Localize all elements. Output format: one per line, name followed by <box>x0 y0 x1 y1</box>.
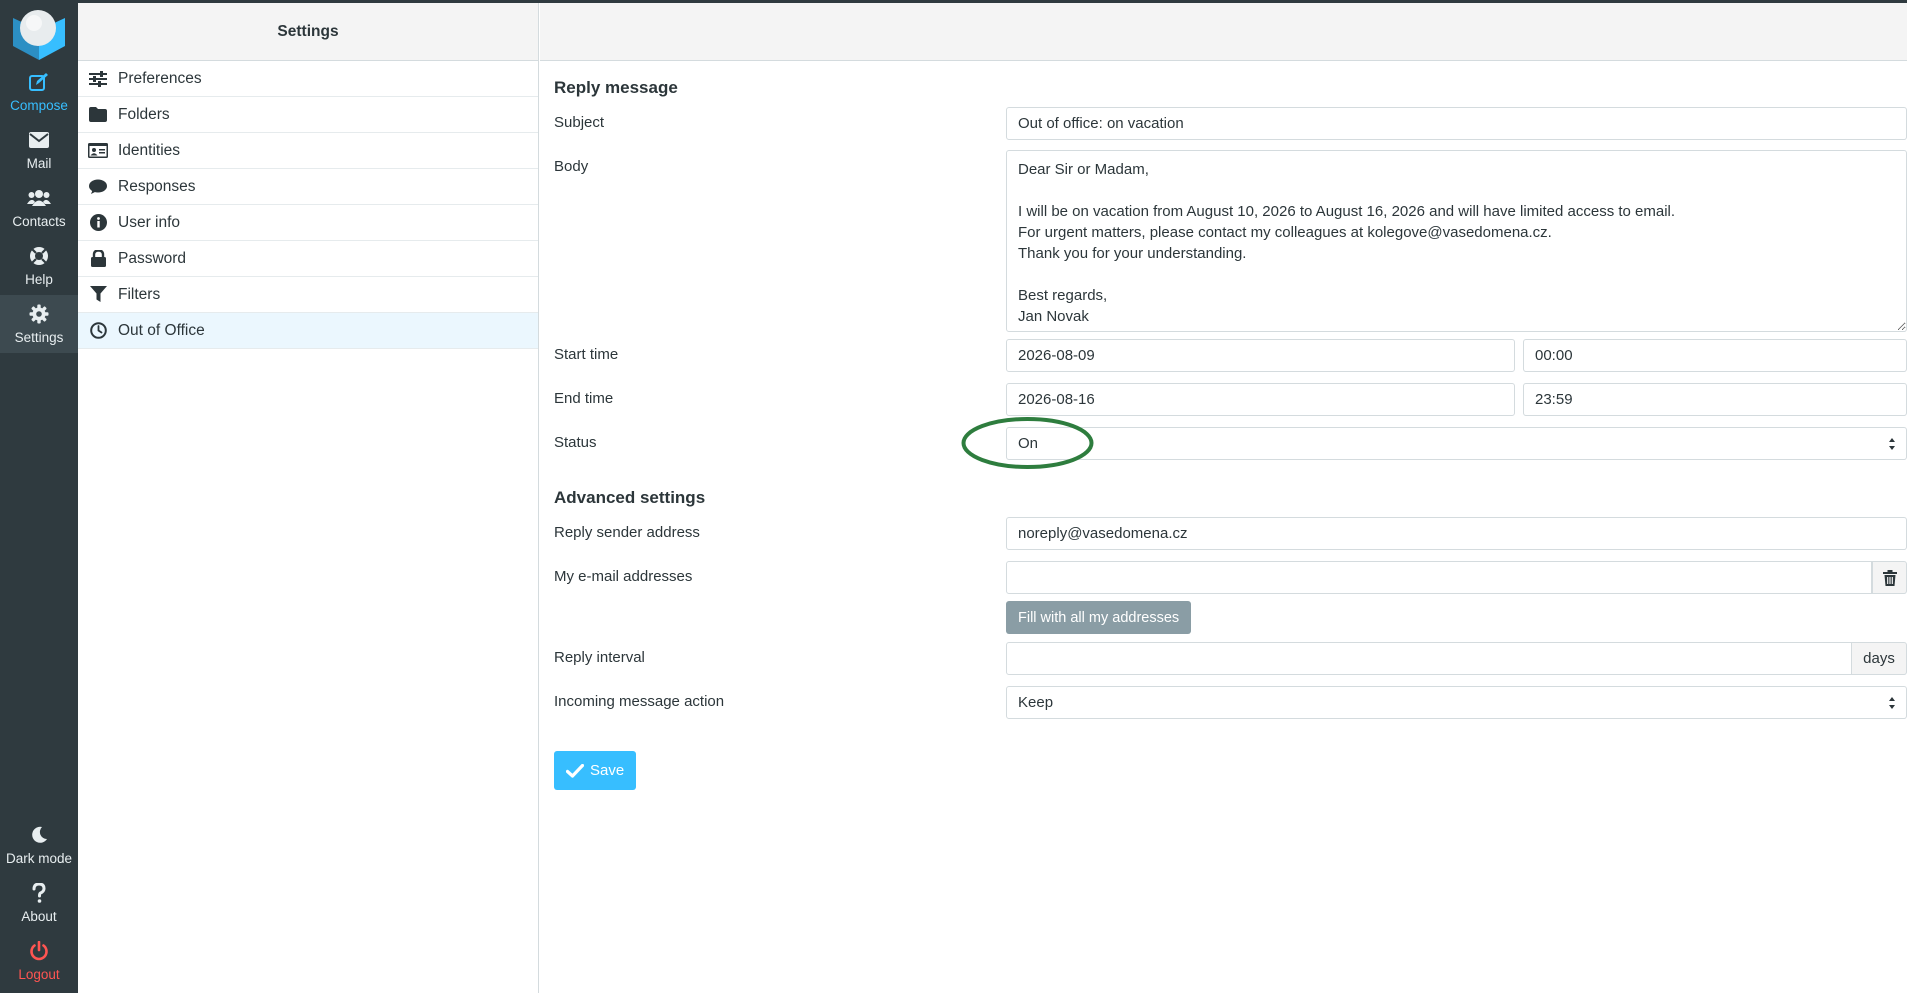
end-time-label: End time <box>554 390 614 407</box>
settings-item-identities[interactable]: Identities <box>78 133 538 169</box>
logout-button[interactable]: Logout <box>0 932 78 990</box>
reply-interval-input[interactable] <box>1006 642 1852 675</box>
body-textarea[interactable] <box>1006 150 1907 332</box>
settings-item-label: Password <box>118 249 187 267</box>
settings-item-out-of-office[interactable]: Out of Office <box>78 313 538 349</box>
trash-icon <box>1882 569 1897 586</box>
app-rail: Compose Mail Contacts Help Settings Dark… <box>0 3 78 993</box>
start-date-input[interactable]: 2026-08-09 <box>1006 339 1515 372</box>
save-button[interactable]: Save <box>554 751 637 790</box>
sliders-icon <box>88 69 108 89</box>
info-icon <box>88 213 108 233</box>
settings-item-filters[interactable]: Filters <box>78 277 538 313</box>
select-arrows-icon <box>1889 697 1895 709</box>
about-button[interactable]: About <box>0 874 78 932</box>
compose-label: Compose <box>10 98 68 113</box>
id-card-icon <box>88 141 108 161</box>
compose-icon <box>28 71 50 93</box>
status-selected-value: On <box>1018 435 1039 452</box>
settings-item-folders[interactable]: Folders <box>78 97 538 133</box>
subject-label: Subject <box>554 114 605 131</box>
app-logo <box>10 8 68 62</box>
settings-item-label: Out of Office <box>118 321 205 339</box>
settings-panel-title: Settings <box>78 3 538 61</box>
settings-panel: Settings Preferences Folders Identities … <box>78 3 539 993</box>
contacts-label: Contacts <box>12 214 66 229</box>
settings-button[interactable]: Settings <box>0 295 78 353</box>
save-label: Save <box>590 762 625 779</box>
moon-icon <box>30 824 48 846</box>
reply-interval-label: Reply interval <box>554 649 645 666</box>
status-label: Status <box>554 434 597 451</box>
start-time-label: Start time <box>554 346 619 363</box>
reply-sender-input[interactable]: noreply@vasedomena.cz <box>1006 517 1907 550</box>
help-button[interactable]: Help <box>0 237 78 295</box>
power-icon <box>29 940 49 962</box>
speech-bubble-icon <box>88 177 108 197</box>
status-select[interactable]: On <box>1006 427 1907 460</box>
select-arrows-icon <box>1889 438 1895 450</box>
fill-with-all-addresses-button[interactable]: Fill with all my addresses <box>1006 601 1192 634</box>
settings-item-password[interactable]: Password <box>78 241 538 277</box>
settings-item-label: Preferences <box>118 69 202 87</box>
out-of-office-form: Reply message Subject Out of office: on … <box>540 61 1907 993</box>
dark-mode-button[interactable]: Dark mode <box>0 816 78 874</box>
contacts-button[interactable]: Contacts <box>0 179 78 237</box>
content-header <box>540 3 1907 61</box>
delete-address-button[interactable] <box>1872 561 1907 594</box>
incoming-action-select[interactable]: Keep <box>1006 686 1907 719</box>
advanced-settings-heading: Advanced settings <box>554 488 706 507</box>
mail-button[interactable]: Mail <box>0 121 78 179</box>
body-label: Body <box>554 158 589 175</box>
filter-icon <box>88 285 108 305</box>
settings-item-user-info[interactable]: User info <box>78 205 538 241</box>
end-date-input[interactable]: 2026-08-16 <box>1006 383 1515 416</box>
reply-interval-unit: days <box>1851 642 1907 675</box>
help-label: Help <box>25 272 53 287</box>
mail-label: Mail <box>26 156 52 171</box>
my-email-addresses-input[interactable] <box>1006 561 1872 594</box>
reply-sender-label: Reply sender address <box>554 524 700 541</box>
start-time-input[interactable]: 00:00 <box>1523 339 1907 372</box>
question-icon <box>32 882 46 904</box>
gear-icon <box>29 303 49 325</box>
end-time-input[interactable]: 23:59 <box>1523 383 1907 416</box>
lifebuoy-icon <box>29 245 49 267</box>
clock-icon <box>88 321 108 341</box>
compose-button[interactable]: Compose <box>0 63 78 121</box>
users-icon <box>27 187 51 209</box>
my-email-addresses-label: My e-mail addresses <box>554 568 693 585</box>
subject-input[interactable]: Out of office: on vacation <box>1006 107 1907 140</box>
logout-label: Logout <box>18 967 60 982</box>
dark-mode-label: Dark mode <box>5 851 73 866</box>
about-label: About <box>21 909 57 924</box>
envelope-icon <box>29 129 49 151</box>
settings-label: Settings <box>14 330 64 345</box>
settings-item-label: Filters <box>118 285 161 303</box>
incoming-action-label: Incoming message action <box>554 693 725 710</box>
settings-item-responses[interactable]: Responses <box>78 169 538 205</box>
lock-icon <box>88 249 108 269</box>
settings-item-label: Identities <box>118 141 181 159</box>
incoming-action-selected-value: Keep <box>1018 694 1054 711</box>
checkmark-icon <box>566 763 584 778</box>
settings-item-preferences[interactable]: Preferences <box>78 61 538 97</box>
reply-message-heading: Reply message <box>554 78 678 97</box>
settings-item-label: Responses <box>118 177 196 195</box>
settings-item-label: User info <box>118 213 181 231</box>
settings-item-label: Folders <box>118 105 170 123</box>
folder-icon <box>88 105 108 125</box>
